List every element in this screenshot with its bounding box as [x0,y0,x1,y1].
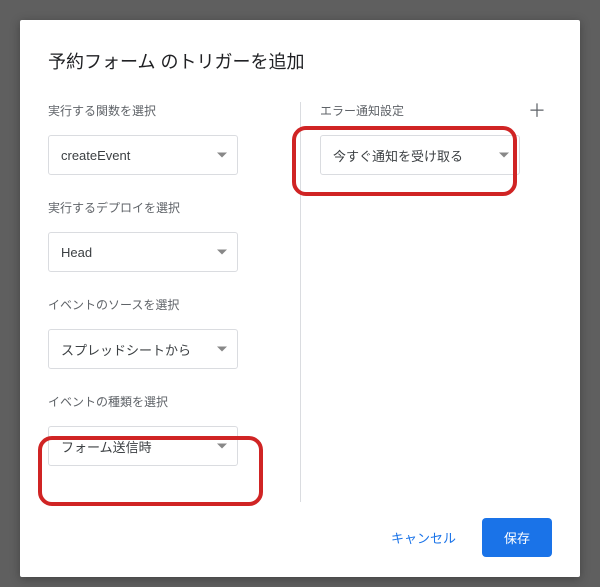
chevron-down-icon [217,153,227,158]
event-source-select-value: スプレッドシートから [61,340,191,359]
chevron-down-icon [217,250,227,255]
cancel-button[interactable]: キャンセル [385,520,462,555]
deploy-select-label: 実行するデプロイを選択 [48,199,280,216]
trigger-dialog: 予約フォーム のトリガーを追加 実行する関数を選択 createEvent 実行… [20,20,580,577]
error-notify-label-row: エラー通知設定 ＋ [320,102,552,119]
chevron-down-icon [217,444,227,449]
error-notify-select[interactable]: 今すぐ通知を受け取る [320,135,520,175]
chevron-down-icon [217,347,227,352]
left-column: 実行する関数を選択 createEvent 実行するデプロイを選択 Head イ… [48,102,300,512]
dialog-title: 予約フォーム のトリガーを追加 [48,48,552,74]
dialog-content: 実行する関数を選択 createEvent 実行するデプロイを選択 Head イ… [48,102,552,512]
event-source-select-label: イベントのソースを選択 [48,296,280,313]
deploy-select-value: Head [61,245,92,260]
error-notify-label: エラー通知設定 [320,102,404,119]
event-type-select-value: フォーム送信時 [61,437,152,456]
error-notify-select-value: 今すぐ通知を受け取る [333,146,463,165]
event-source-select[interactable]: スプレッドシートから [48,329,238,369]
event-type-select[interactable]: フォーム送信時 [48,426,238,466]
chevron-down-icon [499,153,509,158]
right-column: エラー通知設定 ＋ 今すぐ通知を受け取る [300,102,552,512]
dialog-footer: キャンセル 保存 [48,512,552,557]
save-button[interactable]: 保存 [482,518,552,557]
plus-icon[interactable]: ＋ [528,105,552,117]
function-select[interactable]: createEvent [48,135,238,175]
event-type-select-label: イベントの種類を選択 [48,393,280,410]
function-select-value: createEvent [61,148,130,163]
deploy-select[interactable]: Head [48,232,238,272]
function-select-label: 実行する関数を選択 [48,102,280,119]
